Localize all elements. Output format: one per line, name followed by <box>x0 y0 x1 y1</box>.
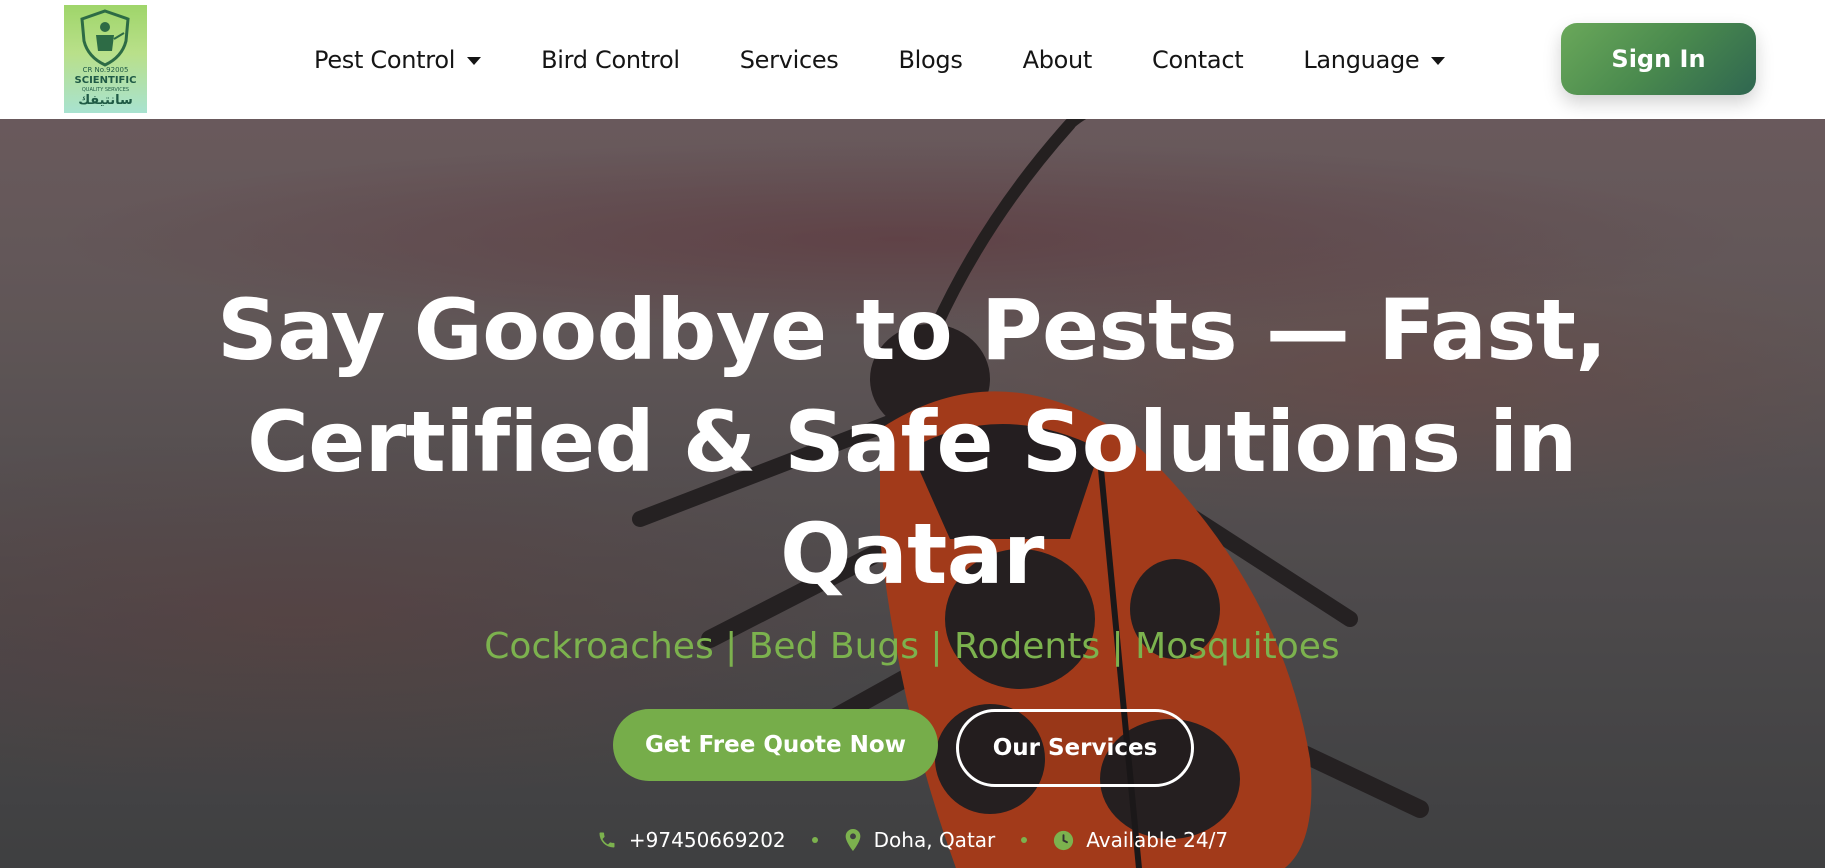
main-nav: Pest Control Bird Control Services Blogs… <box>314 0 1505 119</box>
nav-item-label: Language <box>1303 45 1420 74</box>
contact-location-text: Doha, Qatar <box>873 828 996 852</box>
hero-title-line1: Say Goodbye to Pests — Fast, <box>217 281 1607 379</box>
nav-item-about[interactable]: About <box>1022 45 1093 74</box>
caret-down-icon <box>1431 57 1446 65</box>
contact-phone[interactable]: +97450669202 <box>597 828 786 852</box>
contact-availability: Available 24/7 <box>1053 828 1228 852</box>
logo-name-en: SCIENTIFIC <box>74 75 137 86</box>
nav-item-blogs[interactable]: Blogs <box>899 46 963 74</box>
hero-subtitle: Cockroaches | Bed Bugs | Rodents | Mosqu… <box>484 626 1340 667</box>
nav-item-label: Services <box>739 45 839 74</box>
hero-title: Say Goodbye to Pests — Fast, Certified &… <box>212 274 1612 610</box>
clock-icon <box>1053 830 1074 851</box>
logo-cr-text: CR No.92005 <box>82 66 129 74</box>
map-pin-icon <box>844 829 862 851</box>
logo[interactable]: CR No.92005 SCIENTIFIC QUALITY SERVICES … <box>64 5 147 113</box>
sign-in-button[interactable]: Sign In <box>1561 23 1756 95</box>
our-services-button[interactable]: Our Services <box>956 709 1194 787</box>
contact-availability-text: Available 24/7 <box>1086 828 1229 852</box>
contact-info-row: +97450669202 Doha, Qatar Available 24/7 <box>0 825 1825 855</box>
phone-icon <box>597 830 617 850</box>
logo-name-ar: سانتيفك <box>78 93 133 108</box>
hero-title-line3: Qatar <box>780 505 1044 603</box>
nav-item-label: Blogs <box>898 45 963 74</box>
separator-dot <box>811 837 818 843</box>
nav-item-language[interactable]: Language <box>1303 45 1446 74</box>
nav-item-label: Bird Control <box>541 45 680 74</box>
hero-title-line2: Certified & Safe Solutions in <box>247 393 1577 491</box>
nav-item-pest-control[interactable]: Pest Control <box>314 45 482 74</box>
nav-item-label: About <box>1022 45 1093 74</box>
get-free-quote-button[interactable]: Get Free Quote Now <box>613 709 938 781</box>
nav-item-services[interactable]: Services <box>740 46 839 74</box>
nav-item-label: Pest Control <box>314 45 456 74</box>
hero-section: Say Goodbye to Pests — Fast, Certified &… <box>0 119 1825 868</box>
nav-item-contact[interactable]: Contact <box>1152 45 1244 74</box>
nav-item-label: Contact <box>1152 45 1244 74</box>
contact-phone-text: +97450669202 <box>628 828 786 852</box>
nav-item-bird-control[interactable]: Bird Control <box>541 46 680 74</box>
site-header: CR No.92005 SCIENTIFIC QUALITY SERVICES … <box>0 0 1825 119</box>
separator-dot <box>1021 837 1028 843</box>
contact-location: Doha, Qatar <box>844 828 996 852</box>
caret-down-icon <box>467 57 482 65</box>
